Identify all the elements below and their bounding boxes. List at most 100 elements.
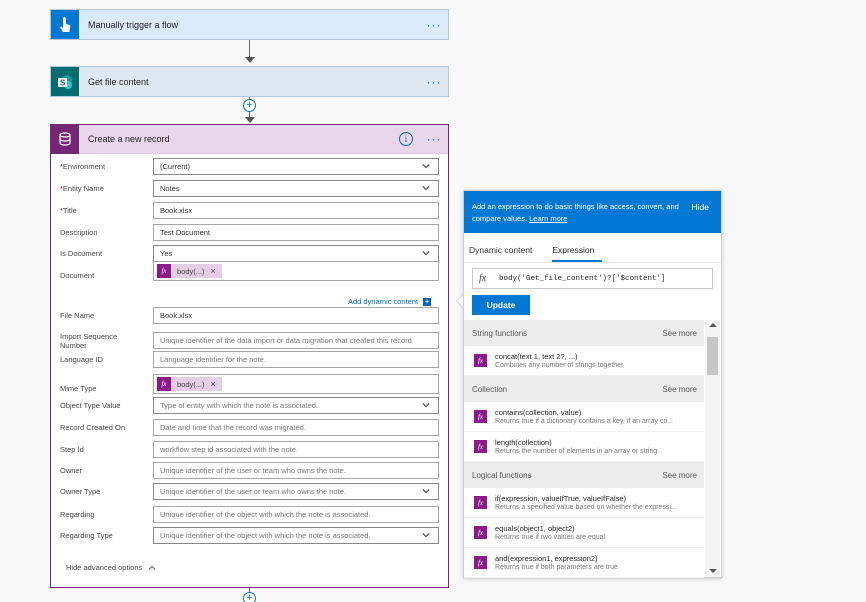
select-placeholder: Unique identifier of the object with whi… (160, 531, 371, 540)
is-document-select[interactable]: Yes (153, 245, 439, 262)
more-options-icon[interactable]: ··· (420, 75, 448, 89)
expression-input[interactable]: fx body('Get_file_content')?['$content'] (472, 268, 713, 289)
owner-type-select[interactable]: Unique identifier of the user or team wh… (153, 483, 439, 500)
object-type-select[interactable]: Type of entity with which the note is as… (153, 397, 439, 414)
remove-token-icon[interactable]: × (205, 379, 216, 389)
regarding-row: Regarding Unique identifier of the objec… (60, 506, 440, 523)
select-placeholder: Type of entity with which the note is as… (160, 401, 319, 410)
see-more-link[interactable]: See more (662, 329, 697, 338)
function-desc: Returns true if a dictionary contains a … (495, 418, 674, 425)
info-icon[interactable]: i (399, 132, 413, 146)
panel-description: Add an expression to do basic things lik… (472, 202, 679, 223)
group-name: String functions (472, 328, 528, 338)
create-record-card[interactable]: Create a new record i ··· *Environment (… (50, 124, 449, 588)
description-row: Description Test Document (60, 224, 440, 241)
fx-icon: fx (479, 273, 487, 284)
field-label: Language ID (60, 355, 103, 364)
owner-row: Owner Unique identifier of the user or t… (60, 462, 440, 479)
function-name: if(expression, valueIfTrue, valueIfFalse… (495, 494, 627, 503)
function-list-scrollbar[interactable] (705, 320, 720, 577)
learn-more-link[interactable]: Learn more (529, 214, 567, 223)
token-label: body(...) (177, 379, 205, 389)
scroll-thumb[interactable] (707, 337, 718, 375)
owner-type-row: Owner Type Unique identifier of the user… (60, 483, 440, 500)
more-options-icon[interactable]: ··· (420, 18, 448, 32)
hide-advanced-options-link[interactable]: Hide advanced options (66, 563, 156, 572)
function-desc: Returns the number of elements in an arr… (495, 448, 658, 455)
function-desc: Returns true if two values are equal (495, 534, 606, 541)
field-label: Is Document (60, 249, 103, 258)
touch-hand-icon (51, 10, 79, 39)
field-label: Title (62, 206, 77, 215)
see-more-link[interactable]: See more (662, 385, 697, 394)
import-sequence-input[interactable]: Unique identifier of the data import or … (153, 332, 439, 349)
tab-dynamic-content[interactable]: Dynamic content (469, 245, 540, 262)
dynamic-token[interactable]: fx body(...) × (157, 264, 222, 278)
field-label: Mime Type (60, 384, 97, 393)
panel-header: Add an expression to do basic things lik… (464, 191, 721, 233)
function-name: contains(collection, value) (495, 408, 582, 417)
panel-pointer-inner (457, 295, 463, 307)
record-created-row: Record Created On Date and time that the… (60, 419, 440, 436)
step-id-input[interactable]: workflow step id associated with the not… (153, 441, 439, 458)
function-item[interactable]: fx length(collection) Returns the number o… (464, 432, 704, 462)
language-id-input[interactable]: Language identifier for the note. (153, 351, 439, 368)
function-group-header: Collection See more (464, 376, 704, 402)
title-row: *Title Book.xlsx (60, 202, 440, 219)
document-input[interactable]: fx body(...) × (153, 261, 439, 281)
remove-token-icon[interactable]: × (205, 266, 216, 276)
hide-panel-button[interactable]: Hide (692, 201, 709, 213)
title-input[interactable]: Book.xlsx (153, 202, 439, 219)
tab-expression[interactable]: Expression (552, 245, 603, 262)
dynamic-token[interactable]: fx body(...) × (157, 377, 222, 391)
see-more-link[interactable]: See more (662, 471, 697, 480)
function-item[interactable]: fx concat(text 1, text 2?, ...) Combines a… (464, 346, 704, 376)
update-button[interactable]: Update (472, 295, 530, 315)
record-created-input[interactable]: Date and time that the record was migrat… (153, 419, 439, 436)
chevron-down-icon (422, 251, 430, 256)
environment-row: *Environment (Current) (60, 158, 440, 175)
field-label: Environment (62, 162, 106, 171)
select-value: (Current) (160, 162, 191, 171)
field-label: File Name (60, 311, 95, 320)
mime-type-input[interactable]: fx body(...) × (153, 374, 439, 394)
card-title: Manually trigger a flow (88, 19, 179, 30)
environment-select[interactable]: (Current) (153, 158, 439, 175)
function-item[interactable]: fx if(expression, valueIfTrue, valueIfFal… (464, 488, 704, 518)
function-name: length(collection) (495, 438, 552, 447)
dataverse-database-icon (51, 124, 79, 154)
language-id-row: Language ID Language identifier for the … (60, 351, 440, 368)
more-options-icon[interactable]: ··· (420, 132, 448, 146)
field-label: Description (60, 228, 98, 237)
trigger-card[interactable]: Manually trigger a flow ··· (50, 9, 449, 40)
field-label: Record Created On (60, 423, 126, 432)
field-label: Owner (60, 466, 83, 475)
owner-input[interactable]: Unique identifier of the user or team wh… (153, 462, 439, 479)
field-label: Entity Name (62, 184, 104, 193)
field-label: Regarding (60, 510, 95, 519)
scroll-down-icon[interactable] (709, 569, 717, 573)
select-placeholder: Unique identifier of the user or team wh… (160, 487, 346, 496)
insert-step-plus-icon[interactable]: + (243, 99, 256, 112)
add-dynamic-content-link[interactable]: Add dynamic content + (348, 297, 432, 306)
function-name: equals(object1, object2) (495, 524, 575, 533)
document-row: Document fx body(...) × (60, 261, 440, 281)
field-label: Import Sequence Number (60, 332, 118, 350)
scroll-up-icon[interactable] (709, 323, 717, 327)
import-sequence-row: Import Sequence Number Unique identifier… (60, 332, 440, 350)
function-item[interactable]: fx and(expression1, expression2) Returns t… (464, 548, 704, 578)
file-name-input[interactable]: Book.xlsx (153, 307, 439, 324)
regarding-input[interactable]: Unique identifier of the object with whi… (153, 506, 439, 523)
get-file-content-card[interactable]: S Get file content ··· (50, 66, 449, 97)
field-label: Regarding Type (60, 531, 113, 540)
entity-name-select[interactable]: Notes (153, 180, 439, 197)
file-name-row: File Name Book.xlsx (60, 307, 440, 324)
regarding-type-row: Regarding Type Unique identifier of the … (60, 527, 440, 544)
regarding-type-select[interactable]: Unique identifier of the object with whi… (153, 527, 439, 544)
field-label: Document (60, 271, 95, 280)
function-item[interactable]: fx equals(object1, object2) Returns true i… (464, 518, 704, 548)
description-input[interactable]: Test Document (153, 224, 439, 241)
function-item[interactable]: fx contains(collection, value) Returns tru… (464, 402, 704, 432)
fx-icon: fx (474, 556, 487, 569)
insert-step-plus-icon[interactable]: + (243, 592, 256, 602)
